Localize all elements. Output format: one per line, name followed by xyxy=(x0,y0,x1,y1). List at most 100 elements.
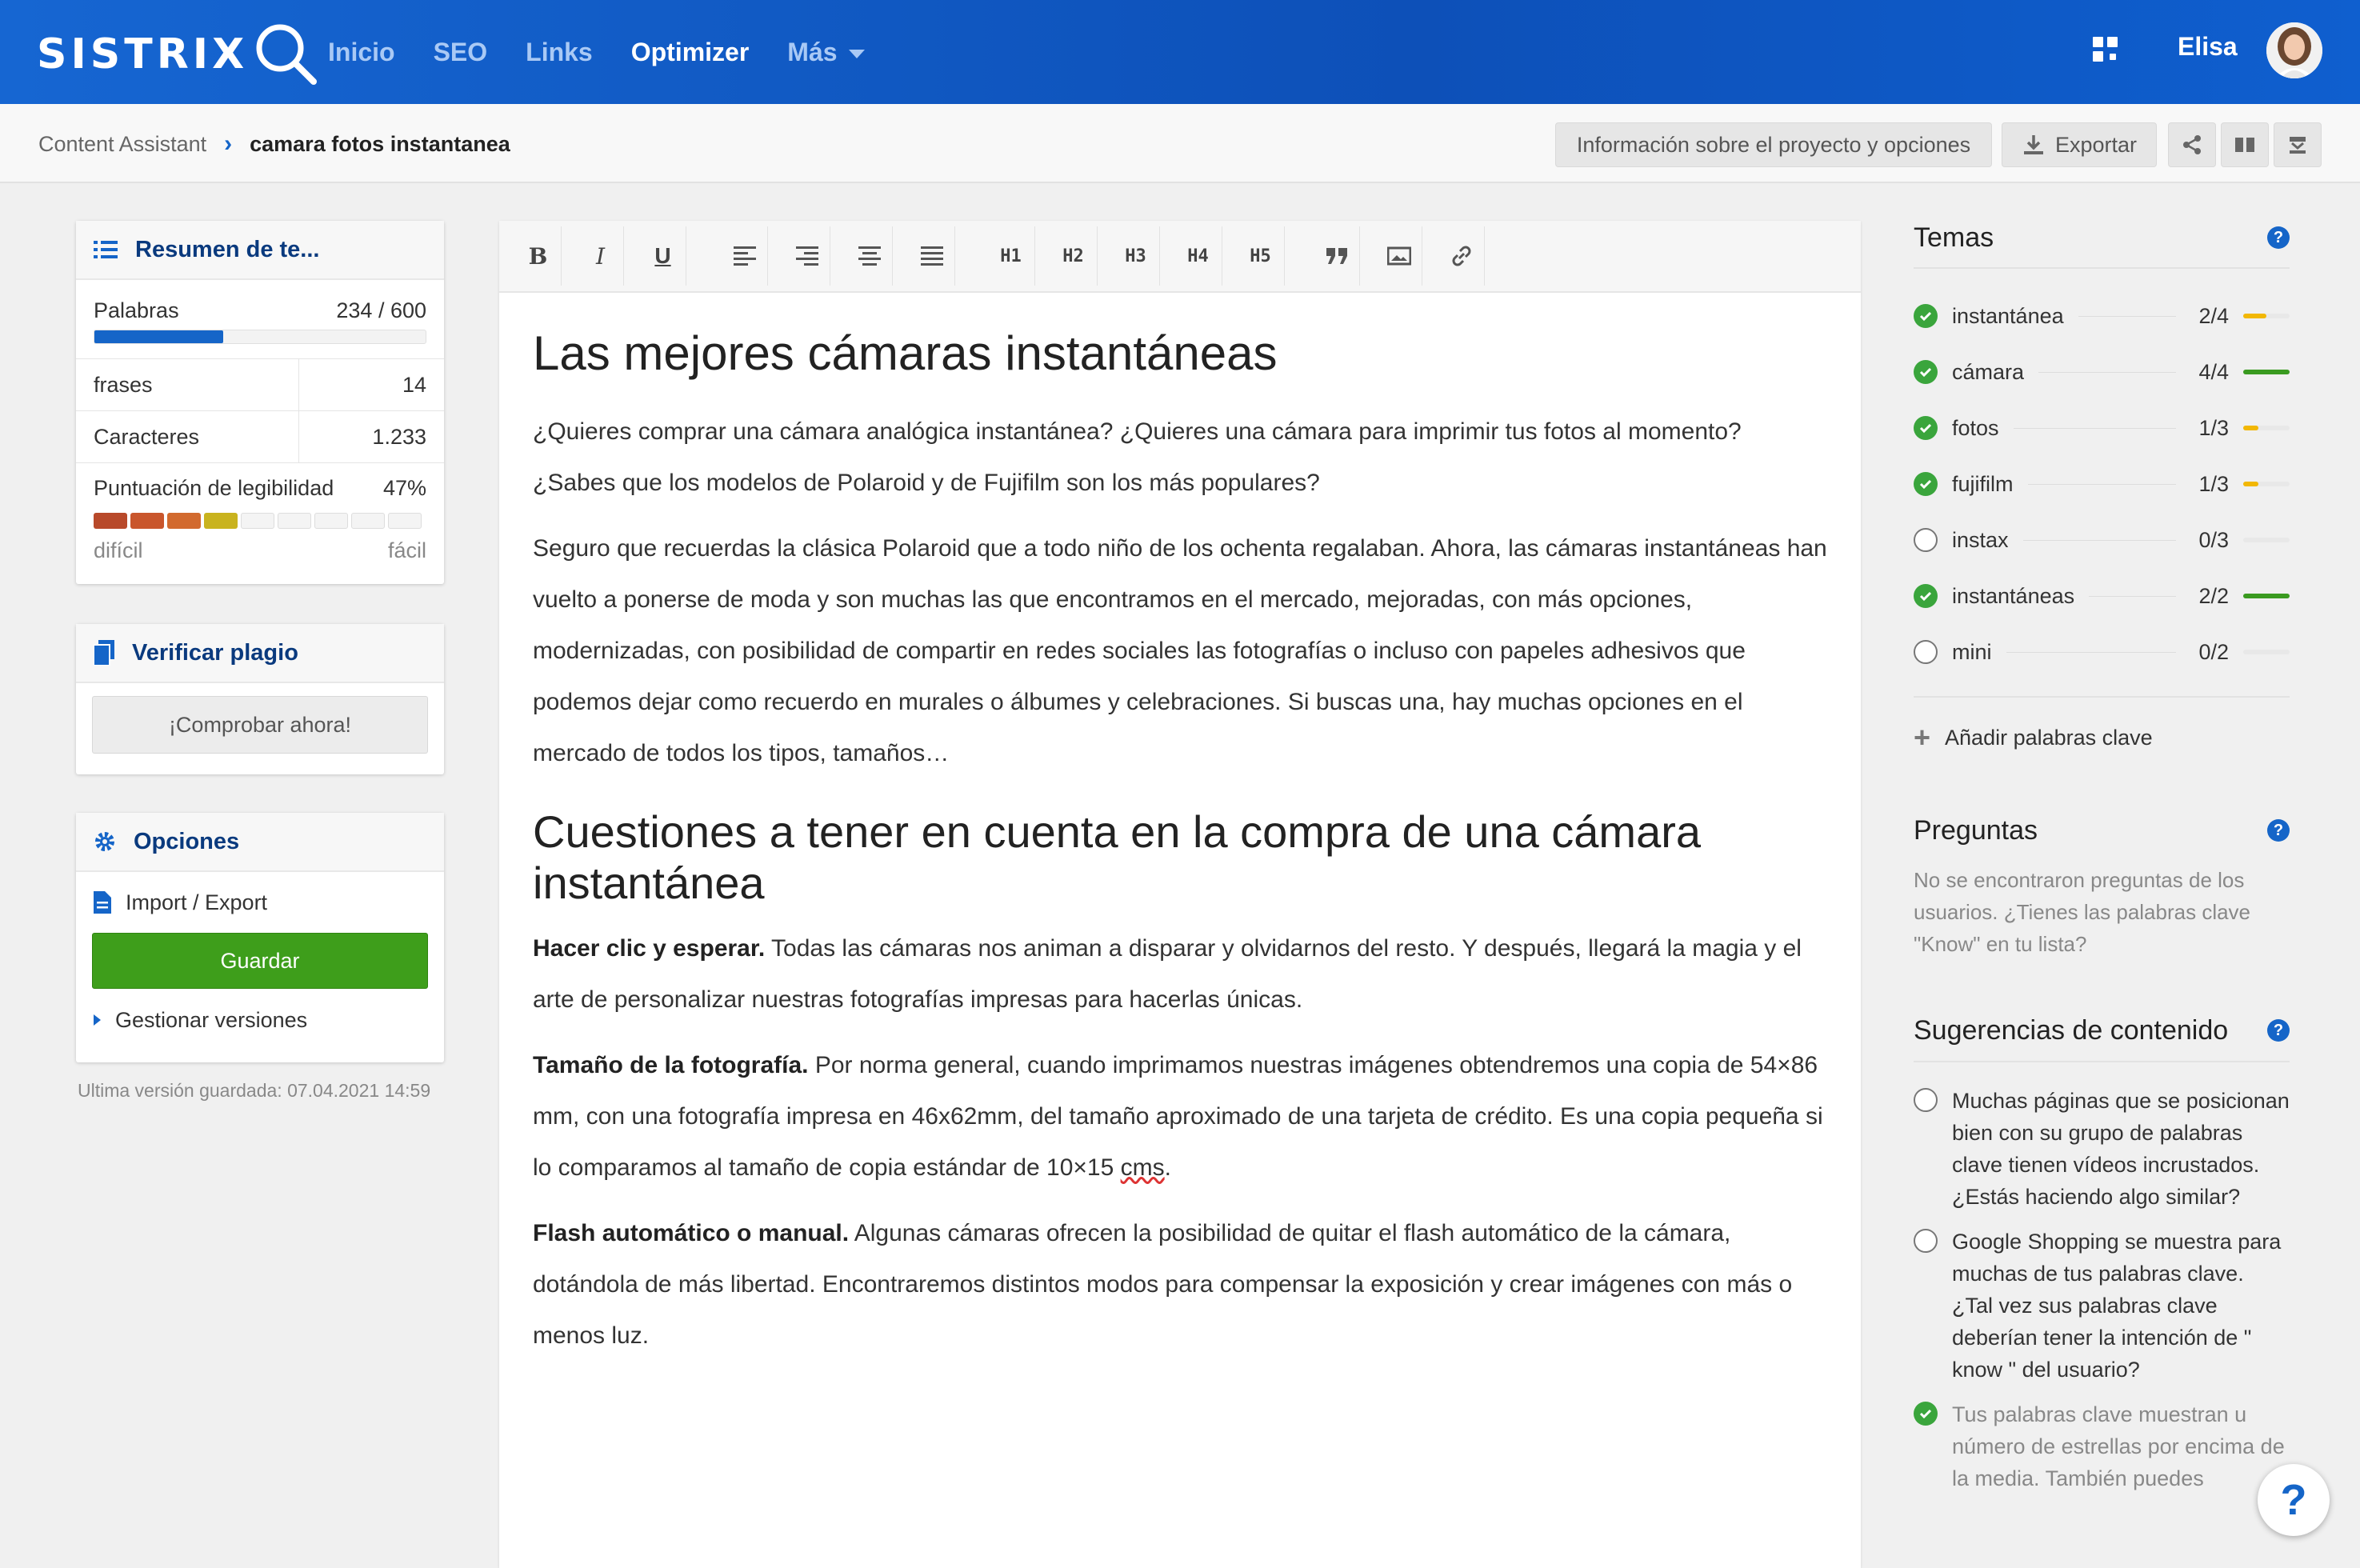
nav-item-inicio[interactable]: Inicio xyxy=(328,38,395,67)
heading-2-button[interactable]: H2 xyxy=(1050,226,1098,286)
share-button[interactable] xyxy=(2168,122,2216,167)
topic-count: 1/3 xyxy=(2198,471,2229,496)
help-icon[interactable]: ? xyxy=(2267,226,2290,249)
characters-label: Caracteres xyxy=(94,424,200,449)
summary-card: Resumen de te... Palabras 234 / 600 fras… xyxy=(76,221,444,584)
last-saved-text: Ultima versión guardada: 07.04.2021 14:5… xyxy=(78,1080,431,1101)
align-center-button[interactable] xyxy=(846,226,893,286)
gear-icon xyxy=(95,832,114,851)
chevron-down-icon xyxy=(848,49,865,58)
import-export-link[interactable]: Import / Export xyxy=(76,872,444,933)
editor-content[interactable]: Las mejores cámaras instantáneas ¿Quiere… xyxy=(533,325,1829,1376)
paragraph-flash-bold: Flash automático o manual. xyxy=(533,1220,850,1246)
summary-header[interactable]: Resumen de te... xyxy=(76,221,444,280)
breadcrumb: Content Assistant › camara fotos instant… xyxy=(38,130,510,158)
help-icon[interactable]: ? xyxy=(2267,1019,2290,1042)
manage-versions-link[interactable]: Gestionar versiones xyxy=(76,989,444,1051)
readability-easy: fácil xyxy=(387,538,426,562)
heading-1-button[interactable]: H1 xyxy=(987,226,1035,286)
align-right-button[interactable] xyxy=(784,226,830,286)
check-circle-icon xyxy=(1914,360,1938,384)
add-keywords-label: Añadir palabras clave xyxy=(1945,725,2153,750)
topic-item[interactable]: instantánea 2/4 xyxy=(1914,288,2290,344)
topic-item[interactable]: instantáneas 2/2 xyxy=(1914,568,2290,624)
suggestions-header: Sugerencias de contenido ? xyxy=(1914,1008,2290,1053)
document-copy-icon xyxy=(94,640,114,666)
paragraph-size-end: . xyxy=(1164,1154,1171,1181)
topic-item[interactable]: fujifilm 1/3 xyxy=(1914,456,2290,512)
add-keywords-button[interactable]: + Añadir palabras clave xyxy=(1914,698,2290,778)
readability-row: Puntuación de legibilidad 47% xyxy=(76,463,444,513)
bold-button[interactable]: B xyxy=(515,226,562,286)
spellcheck-word[interactable]: cms xyxy=(1121,1154,1165,1181)
nav-item-links[interactable]: Links xyxy=(526,38,593,67)
plagiarism-card: Verificar plagio ¡Comprobar ahora! xyxy=(76,624,444,774)
characters-row: Caracteres 1.233 xyxy=(76,411,444,462)
questions-empty-text: No se encontraron preguntas de los usuar… xyxy=(1914,868,2251,956)
save-button[interactable]: Guardar xyxy=(92,933,428,989)
help-icon[interactable]: ? xyxy=(2267,819,2290,842)
suggestion-item[interactable]: Google Shopping se muestra para muchas d… xyxy=(1914,1226,2290,1386)
align-left-button[interactable] xyxy=(722,226,768,286)
check-circle-icon xyxy=(1914,416,1938,440)
breadcrumb-current: camara fotos instantanea xyxy=(250,131,510,156)
user-name[interactable]: Elisa xyxy=(2178,32,2238,62)
book-icon xyxy=(2235,138,2254,152)
options-card: Opciones Import / Export Guardar Gestion… xyxy=(76,813,444,1062)
heading-3-button[interactable]: H3 xyxy=(1112,226,1160,286)
image-button[interactable] xyxy=(1376,226,1422,286)
heading-4-button[interactable]: H4 xyxy=(1174,226,1222,286)
readability-scale: difícil fácil xyxy=(76,529,444,572)
breadcrumb-parent[interactable]: Content Assistant xyxy=(38,132,206,157)
suggestion-item[interactable]: Tus palabras clave muestran u número de … xyxy=(1914,1398,2290,1494)
avatar[interactable] xyxy=(2266,22,2322,78)
topic-leader-line xyxy=(2027,483,2176,485)
topic-progress-bar xyxy=(2243,538,2290,542)
topics-header: Temas ? xyxy=(1914,208,2290,267)
sentences-value: 14 xyxy=(298,359,426,410)
underline-button[interactable]: U xyxy=(640,226,686,286)
sistrix-logo[interactable]: SISTRIX xyxy=(37,22,320,86)
save-label: Guardar xyxy=(220,948,300,973)
paragraph-polaroid: Seguro que recuerdas la clásica Polaroid… xyxy=(533,535,1827,766)
paragraph-flash: Flash automático o manual. Algunas cámar… xyxy=(533,1208,1829,1362)
paragraph-click: Hacer clic y esperar. Todas las cámaras … xyxy=(533,923,1829,1026)
suggestions-list: Muchas páginas que se posicionan bien co… xyxy=(1914,1085,2290,1494)
export-button[interactable]: Exportar xyxy=(2002,122,2157,167)
topic-progress-bar xyxy=(2243,426,2290,430)
suggestions-title: Sugerencias de contenido xyxy=(1914,1014,2229,1046)
check-plagiarism-button[interactable]: ¡Comprobar ahora! xyxy=(92,696,428,754)
topic-item[interactable]: cámara 4/4 xyxy=(1914,344,2290,400)
align-justify-button[interactable] xyxy=(909,226,955,286)
nav-item-seo[interactable]: SEO xyxy=(434,38,488,67)
link-button[interactable] xyxy=(1438,226,1485,286)
print-icon xyxy=(2290,137,2306,154)
characters-value: 1.233 xyxy=(298,411,426,462)
plagiarism-title: Verificar plagio xyxy=(132,639,298,666)
suggestion-item[interactable]: Muchas páginas que se posicionan bien co… xyxy=(1914,1085,2290,1213)
image-icon xyxy=(1386,246,1411,266)
quote-button[interactable] xyxy=(1314,226,1360,286)
align-center-icon xyxy=(858,246,881,266)
topic-name: fotos xyxy=(1952,415,1999,440)
topic-item[interactable]: mini 0/2 xyxy=(1914,624,2290,680)
topic-progress-fill xyxy=(2243,482,2259,486)
article-heading-1: Las mejores cámaras instantáneas xyxy=(533,326,1278,380)
heading-5-button[interactable]: H5 xyxy=(1237,226,1285,286)
topic-progress-fill xyxy=(2243,370,2290,374)
topic-item[interactable]: fotos 1/3 xyxy=(1914,400,2290,456)
project-info-button[interactable]: Información sobre el proyecto y opciones xyxy=(1555,122,1992,167)
manual-button[interactable] xyxy=(2221,122,2269,167)
topic-progress-bar xyxy=(2243,594,2290,598)
nav-item-more[interactable]: Más xyxy=(787,38,865,67)
topic-count: 1/3 xyxy=(2198,415,2229,440)
topic-leader-line xyxy=(2078,315,2176,317)
apps-grid-icon[interactable] xyxy=(2093,37,2118,62)
nav-item-optimizer[interactable]: Optimizer xyxy=(631,38,750,67)
topic-leader-line xyxy=(2013,427,2176,429)
italic-button[interactable]: I xyxy=(578,226,624,286)
print-button[interactable] xyxy=(2274,122,2322,167)
help-chat-button[interactable]: ? xyxy=(2258,1464,2330,1536)
topic-name: instantáneas xyxy=(1952,583,2075,608)
topic-item[interactable]: instax 0/3 xyxy=(1914,512,2290,568)
